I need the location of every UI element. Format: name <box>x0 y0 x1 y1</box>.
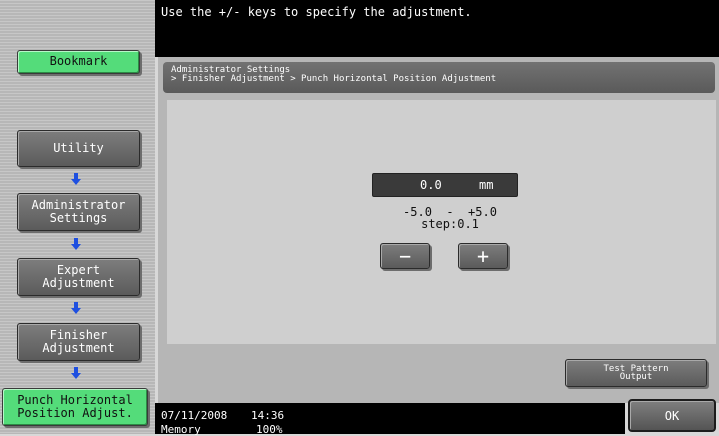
test-pattern-output-button[interactable]: Test Pattern Output <box>565 359 707 387</box>
step-text: step:0.1 <box>421 217 479 231</box>
ok-button[interactable]: OK <box>628 399 716 432</box>
adjustment-value-display: 0.0 mm <box>372 173 518 197</box>
status-time: 14:36 <box>251 409 285 422</box>
arrow-down-icon <box>71 173 81 185</box>
nav-expert-adjustment-button[interactable]: Expert Adjustment <box>17 258 140 296</box>
status-bar: 07/11/2008 14:36 Memory 100% <box>155 403 625 436</box>
plus-icon: + <box>476 244 490 268</box>
arrow-down-icon <box>71 302 81 314</box>
nav-punch-horizontal-position-button[interactable]: Punch Horizontal Position Adjust. <box>2 388 148 426</box>
nav-utility-button[interactable]: Utility <box>17 130 140 167</box>
plus-button[interactable]: + <box>458 243 508 269</box>
adjustment-unit: mm <box>479 178 494 192</box>
ok-label: OK <box>664 408 680 423</box>
memory-label: Memory <box>161 423 201 436</box>
sidebar: Bookmark Utility Administrator Settings … <box>0 0 155 434</box>
arrow-down-icon <box>71 367 81 379</box>
bookmark-button[interactable]: Bookmark <box>17 50 140 74</box>
nav-finisher-adjustment-button[interactable]: Finisher Adjustment <box>17 323 140 361</box>
adjustment-value: 0.0 <box>420 178 442 192</box>
breadcrumb: Administrator Settings > Finisher Adjust… <box>163 62 715 93</box>
range-info: -5.0 - +5.0 step:0.1 <box>395 206 505 230</box>
memory-value: 100% <box>256 423 283 436</box>
breadcrumb-line-2: > Finisher Adjustment > Punch Horizontal… <box>171 74 497 84</box>
arrow-down-icon <box>71 238 81 250</box>
status-date: 07/11/2008 <box>161 409 228 422</box>
nav-administrator-settings-button[interactable]: Administrator Settings <box>17 193 140 231</box>
minus-icon: − <box>398 244 412 268</box>
instruction-text: Use the +/- keys to specify the adjustme… <box>161 5 472 19</box>
minus-button[interactable]: − <box>380 243 430 269</box>
message-bar: Use the +/- keys to specify the adjustme… <box>155 0 719 57</box>
